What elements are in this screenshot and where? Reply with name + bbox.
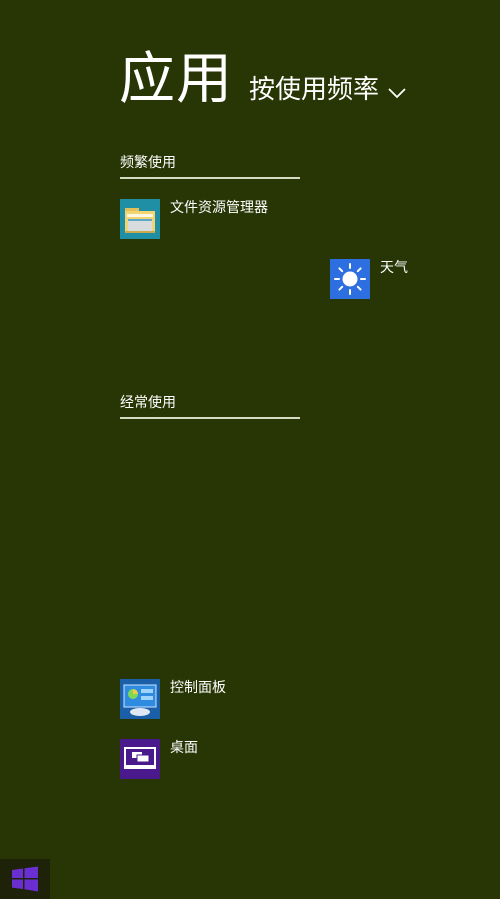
app-label: 文件资源管理器 <box>170 200 268 216</box>
page-title: 应用 <box>119 47 233 112</box>
sort-label: 按使用频率 <box>249 75 380 105</box>
apps-view: 应用 按使用频率 频繁使用 文件资源管理器 天气 经常使用 控制面板 桌面 <box>0 0 500 899</box>
control-panel-icon <box>120 679 160 719</box>
windows-logo-icon <box>12 866 38 892</box>
group-header-often[interactable]: 经常使用 <box>120 394 300 419</box>
app-tile-desktop[interactable]: 桌面 <box>120 739 198 779</box>
desktop-icon <box>120 739 160 779</box>
chevron-down-icon <box>388 88 406 99</box>
app-tile-weather[interactable]: 天气 <box>330 259 408 299</box>
start-button[interactable] <box>0 859 50 899</box>
file-explorer-icon <box>120 199 160 239</box>
app-label: 控制面板 <box>170 680 226 696</box>
app-label: 天气 <box>380 260 408 276</box>
weather-icon <box>330 259 370 299</box>
sort-by-dropdown[interactable]: 按使用频率 <box>249 72 407 108</box>
app-tile-control-panel[interactable]: 控制面板 <box>120 679 226 719</box>
app-tile-file-explorer[interactable]: 文件资源管理器 <box>120 199 268 239</box>
app-label: 桌面 <box>170 740 198 756</box>
group-header-frequent[interactable]: 频繁使用 <box>120 154 300 179</box>
